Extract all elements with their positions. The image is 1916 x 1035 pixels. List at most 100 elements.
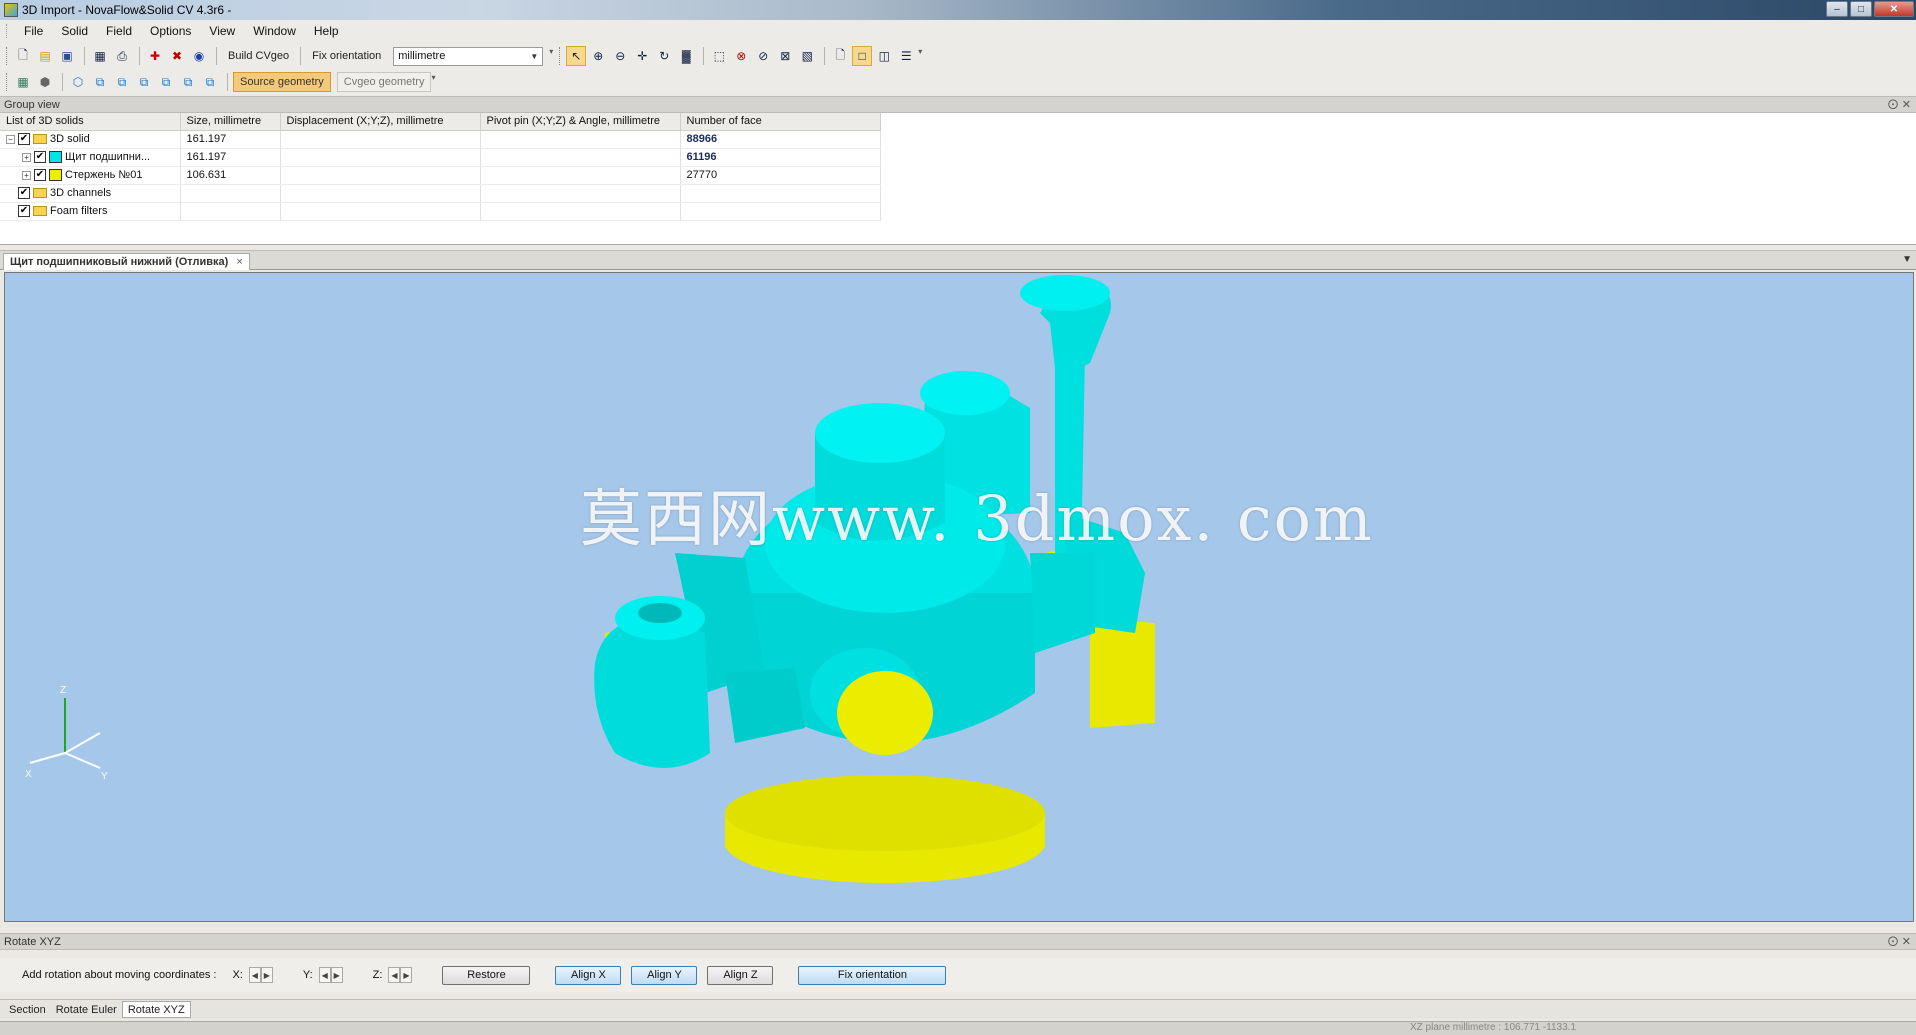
solid-shade-icon[interactable]: ⬢	[35, 72, 55, 92]
table-row[interactable]: + ✔ Щит подшипни... 161.197 61196	[0, 148, 881, 167]
toolbar-grip[interactable]	[559, 47, 562, 65]
pin-icon[interactable]: ⨀	[1888, 936, 1898, 947]
align-x-button[interactable]: Align X	[555, 965, 622, 985]
visibility-checkbox[interactable]: ✔	[18, 187, 30, 199]
minimize-button[interactable]: –	[1826, 1, 1848, 17]
view-right-icon[interactable]: ⧉	[156, 72, 176, 92]
pivot-cell[interactable]	[480, 184, 681, 203]
fix-orientation-button[interactable]: Fix orientation	[798, 965, 947, 985]
units-dropdown[interactable]: millimetre ▼	[393, 46, 544, 66]
displacement-cell[interactable]	[280, 184, 481, 203]
toolbar-overflow-icon[interactable]: ▾	[918, 47, 926, 65]
expand-icon[interactable]: +	[22, 170, 31, 180]
menu-file[interactable]: File	[15, 24, 52, 38]
cvgeo-geometry-button[interactable]: Cvgeo geometry	[336, 72, 432, 92]
column-header[interactable]: Number of face	[680, 113, 881, 131]
table-row[interactable]: ✔ 3D channels	[0, 184, 881, 203]
menu-view[interactable]: View	[200, 24, 244, 38]
zoom-in-icon[interactable]: ⊕	[588, 46, 608, 66]
toolbar-overflow-icon[interactable]: ▾	[431, 73, 439, 91]
tab-list-chevron-icon[interactable]: ▼	[1902, 254, 1912, 265]
close-window-button[interactable]: ✕	[1874, 1, 1914, 17]
fit-all-icon[interactable]: ⊠	[775, 46, 795, 66]
open-folder-icon[interactable]: ▤	[35, 46, 55, 66]
split-vertical-icon[interactable]: ◫	[874, 46, 894, 66]
shading-icon[interactable]: ▧	[797, 46, 817, 66]
displacement-cell[interactable]	[280, 148, 481, 167]
pin-icon[interactable]: ⨀	[1888, 99, 1898, 110]
build-cvgeo-button[interactable]: Build CVgeo	[222, 46, 295, 66]
3d-viewport[interactable]: Z X Y 莫西网www. 3dmox. com	[4, 272, 1914, 922]
select-pointer-icon[interactable]: ↖	[566, 46, 587, 66]
displacement-cell[interactable]	[280, 202, 481, 221]
column-header[interactable]: Pivot pin (X;Y;Z) & Angle, millimetre	[480, 113, 681, 131]
remove-solid-icon[interactable]: ✖	[167, 46, 187, 66]
pivot-cell[interactable]	[480, 130, 681, 149]
menu-field[interactable]: Field	[97, 24, 141, 38]
pan-icon[interactable]: ✛	[632, 46, 652, 66]
fix-orientation-toolbar-button[interactable]: Fix orientation	[306, 46, 387, 66]
menu-help[interactable]: Help	[305, 24, 348, 38]
displacement-cell[interactable]	[280, 130, 481, 149]
add-solid-icon[interactable]: ✚	[145, 46, 165, 66]
view-reset-icon[interactable]: ⊘	[753, 46, 773, 66]
view-back-icon[interactable]: ⧉	[112, 72, 132, 92]
pivot-cell[interactable]	[480, 202, 681, 221]
chevron-right-icon[interactable]: ▶	[400, 967, 413, 983]
visibility-checkbox[interactable]: ✔	[18, 205, 30, 217]
view-left-icon[interactable]: ⧉	[134, 72, 154, 92]
column-header[interactable]: List of 3D solids	[0, 113, 181, 131]
restore-button[interactable]: Restore	[442, 965, 531, 985]
globe-icon[interactable]: ◉	[189, 46, 209, 66]
new-file-icon[interactable]: 🗋	[13, 46, 33, 66]
zoom-out-icon[interactable]: ⊖	[610, 46, 630, 66]
source-geometry-button[interactable]: Source geometry	[233, 72, 331, 92]
save-icon[interactable]: ▣	[57, 46, 77, 66]
section-icon[interactable]: ▓	[676, 46, 696, 66]
visibility-checkbox[interactable]: ✔	[34, 169, 46, 181]
toolbar-grip[interactable]	[6, 47, 9, 65]
split-horizontal-icon[interactable]: ☰	[896, 46, 916, 66]
zoom-reset-icon[interactable]: ⊗	[731, 46, 751, 66]
close-panel-icon[interactable]: ✕	[1902, 98, 1911, 111]
chevron-left-icon[interactable]: ◀	[318, 967, 331, 983]
document-tab[interactable]: Щит подшипниковый нижний (Отливка) ×	[3, 253, 250, 270]
casting-model[interactable]: Z X Y	[5, 273, 1914, 922]
menu-solid[interactable]: Solid	[52, 24, 97, 38]
align-y-button[interactable]: Align Y	[631, 965, 698, 985]
print-icon[interactable]: ⎙	[112, 46, 132, 66]
chevron-left-icon[interactable]: ◀	[388, 967, 401, 983]
view-iso-icon[interactable]: ⬡	[68, 72, 88, 92]
screenshot-icon[interactable]: ▦	[90, 46, 110, 66]
chevron-right-icon[interactable]: ▶	[260, 967, 273, 983]
displacement-cell[interactable]	[280, 166, 481, 185]
menu-options[interactable]: Options	[141, 24, 200, 38]
column-header[interactable]: Displacement (X;Y;Z), millimetre	[280, 113, 481, 131]
menu-window[interactable]: Window	[244, 24, 305, 38]
mesh-grid-icon[interactable]: ▦	[13, 72, 33, 92]
view-front-icon[interactable]: ⧉	[90, 72, 110, 92]
collapse-icon[interactable]: −	[6, 134, 15, 144]
visibility-checkbox[interactable]: ✔	[34, 151, 46, 163]
align-z-button[interactable]: Align Z	[707, 965, 774, 985]
view-top-icon[interactable]: ⧉	[178, 72, 198, 92]
rotate-icon[interactable]: ↻	[654, 46, 674, 66]
x-rotation-spinner[interactable]: ◀ ▶	[248, 967, 273, 983]
zoom-window-icon[interactable]: ⬚	[709, 46, 729, 66]
toolbar-grip[interactable]	[6, 73, 9, 91]
expand-icon[interactable]: +	[22, 152, 31, 162]
table-row[interactable]: + ✔ Стержень №01 106.631 27770	[0, 166, 881, 185]
pivot-cell[interactable]	[480, 166, 681, 185]
close-panel-icon[interactable]: ✕	[1902, 935, 1911, 948]
visibility-checkbox[interactable]: ✔	[18, 133, 30, 145]
pivot-cell[interactable]	[480, 148, 681, 167]
chevron-left-icon[interactable]: ◀	[248, 967, 261, 983]
toolbar-overflow-icon[interactable]: ▾	[549, 47, 557, 65]
tab-rotate-euler[interactable]: Rotate Euler	[51, 1001, 122, 1018]
table-row[interactable]: ✔ Foam filters	[0, 202, 881, 221]
menubar-grip[interactable]	[6, 24, 9, 38]
tab-section[interactable]: Section	[4, 1001, 51, 1018]
maximize-button[interactable]: □	[1850, 1, 1872, 17]
y-rotation-spinner[interactable]: ◀ ▶	[318, 967, 343, 983]
view-bottom-icon[interactable]: ⧉	[200, 72, 220, 92]
